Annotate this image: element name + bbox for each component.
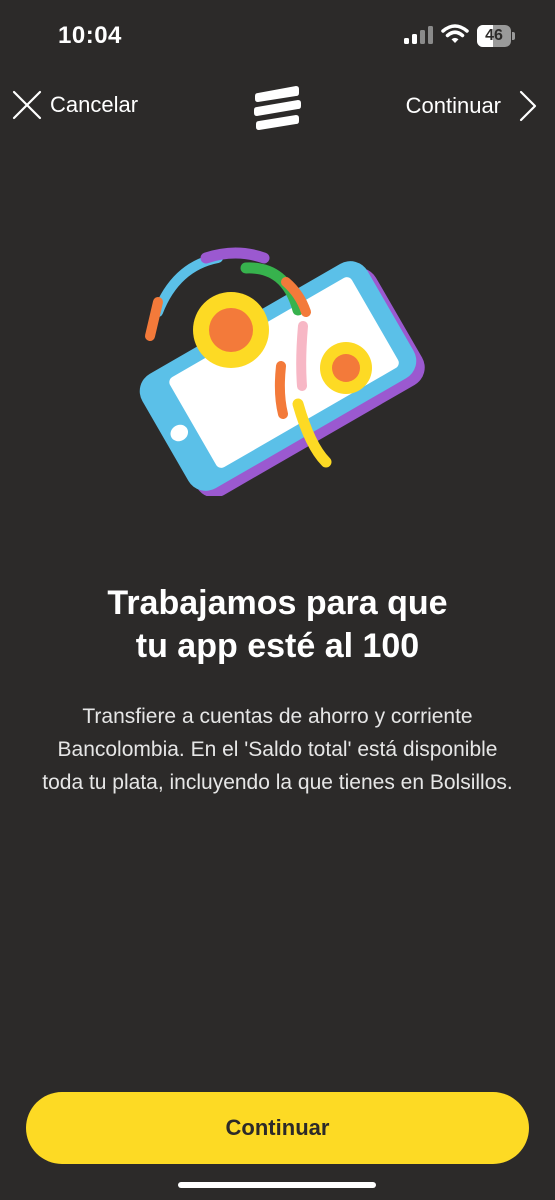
cancel-label: Cancelar [50, 92, 139, 117]
cellular-signal-icon [404, 26, 433, 44]
description-text: Transfiere a cuentas de ahorro y corrien… [42, 705, 513, 794]
battery-indicator: 46 [477, 25, 515, 47]
bancolombia-logo [254, 86, 301, 130]
continue-nav-label: Continuar [405, 93, 501, 118]
phone-illustration [139, 247, 425, 496]
wifi-icon [441, 24, 469, 43]
cancel-button[interactable]: Cancelar [12, 90, 138, 120]
title-line-2: tu app esté al 100 [135, 627, 420, 665]
battery-percent: 46 [485, 27, 503, 44]
status-time: 10:04 [58, 22, 122, 49]
title-line-1: Trabajamos para que [107, 584, 448, 622]
page-title: Trabajamos para que tu app esté al 100 [40, 582, 515, 668]
chevron-right-icon [519, 90, 537, 122]
nav-bar: Cancelar Continuar [0, 80, 555, 136]
close-icon [12, 90, 42, 120]
home-indicator [178, 1182, 376, 1188]
status-bar: 10:04 46 [0, 0, 555, 72]
continue-button[interactable]: Continuar [26, 1092, 529, 1164]
continue-nav-button[interactable]: Continuar [406, 90, 537, 122]
